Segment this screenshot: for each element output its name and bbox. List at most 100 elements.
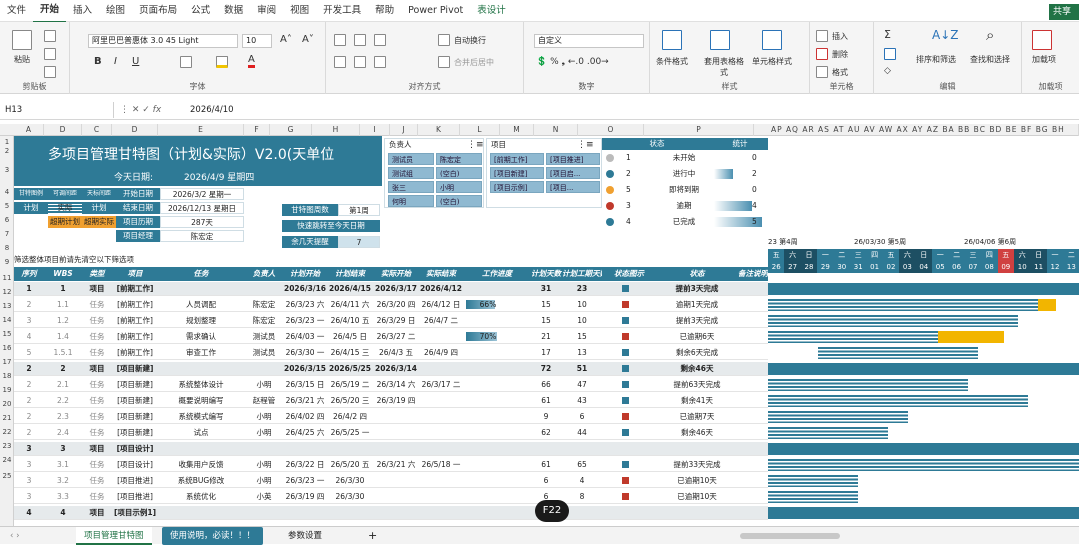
col-header-G[interactable]: G	[270, 124, 312, 136]
menu-9[interactable]: 开发工具	[316, 0, 368, 22]
week-value[interactable]: 第1周	[338, 204, 380, 216]
menu-3[interactable]: 绘图	[99, 0, 132, 22]
table-format-icon[interactable]	[710, 30, 730, 50]
border-icon[interactable]	[180, 56, 192, 68]
remind-value[interactable]: 7	[338, 236, 380, 248]
font-size-select[interactable]: 10	[242, 34, 272, 48]
slicer-project-item[interactable]: [项目新建]	[490, 167, 544, 179]
align-right-icon[interactable]	[374, 56, 386, 68]
format-painter-icon[interactable]	[44, 66, 56, 78]
slicer-project-item[interactable]: [项目推进]	[546, 153, 600, 165]
col-header-D[interactable]: D	[112, 124, 158, 136]
menu-12[interactable]: 表设计	[470, 0, 513, 22]
decrease-font-icon[interactable]: A˅	[302, 34, 314, 45]
slicer-owner-item[interactable]: 何明	[388, 195, 434, 207]
col-header-C[interactable]: C	[82, 124, 112, 136]
worksheet[interactable]: 多项目管理甘特图（计划&实际）V2.0(天单位 今天日期: 2026/4/9 星…	[14, 136, 1079, 530]
task-row[interactable]: 2 1.1 任务 [前期工作] 人员调配 陈宏定 26/3/23 六 26/4/11 六 26/…	[14, 298, 768, 312]
project-row[interactable]: 4 4 项目 [项目示例1]	[14, 506, 768, 520]
task-row[interactable]: 3 1.2 任务 [前期工作] 规划整理 陈宏定 26/3/23 一 26/4/10 五 26/…	[14, 314, 768, 328]
add-sheet-button[interactable]: +	[360, 527, 385, 545]
insert-cells-button[interactable]: 插入	[832, 31, 848, 42]
slicer-owner-item[interactable]: 小明	[436, 181, 482, 193]
copy-icon[interactable]	[44, 48, 56, 60]
formula-input[interactable]: 2026/4/10	[190, 102, 234, 118]
slicer-owner-item[interactable]: (空白)	[436, 167, 482, 179]
align-top-icon[interactable]	[334, 34, 346, 46]
align-middle-icon[interactable]	[354, 34, 366, 46]
wrap-text-button[interactable]: 自动换行	[454, 35, 486, 46]
col-header-E[interactable]: E	[158, 124, 244, 136]
slicer-project-filter-icon[interactable]: ⋮≡	[577, 139, 594, 151]
col-header-P[interactable]: P	[644, 124, 754, 136]
number-format-select[interactable]: 自定义	[534, 34, 644, 48]
col-header-L[interactable]: L	[460, 124, 500, 136]
addins-button[interactable]: 加载项	[1032, 54, 1056, 65]
formula-icons[interactable]: ⋮ ✕ ✓ fx	[120, 102, 180, 118]
merge-center-icon[interactable]	[438, 56, 450, 68]
font-color-icon[interactable]: A	[248, 54, 255, 68]
menu-0[interactable]: 文件	[0, 0, 33, 22]
info-end-value[interactable]: 2026/12/13 星期日	[160, 202, 244, 214]
insert-cells-icon[interactable]	[816, 30, 828, 42]
slicer-project-item[interactable]: [项目...	[546, 181, 600, 193]
find-select-icon[interactable]: ⌕	[986, 26, 994, 44]
menu-8[interactable]: 视图	[283, 0, 316, 22]
slicer-owner-item[interactable]: 张三	[388, 181, 434, 193]
fill-icon[interactable]	[884, 48, 896, 60]
tab-gantt[interactable]: 项目管理甘特图	[76, 527, 152, 545]
menu-6[interactable]: 数据	[217, 0, 250, 22]
align-center-icon[interactable]	[354, 56, 366, 68]
task-row[interactable]: 3 3.3 任务 [项目推进] 系统优化 小英 26/3/19 四 26/3/30 6 8 已逾期1…	[14, 490, 768, 504]
delete-cells-icon[interactable]	[816, 48, 828, 60]
bold-icon[interactable]: B	[94, 56, 102, 67]
jump-today-label[interactable]: 快速跳转至今天日期	[282, 220, 380, 232]
gantt-col-headers[interactable]: AP AQ AR AS AT AU AV AW AX AY AZ BA BB B…	[768, 124, 1079, 136]
increase-font-icon[interactable]: A˄	[280, 34, 292, 45]
cell-style-button[interactable]: 单元格样式	[752, 56, 792, 67]
info-duration-value[interactable]: 287天	[160, 216, 244, 228]
sort-filter-icon[interactable]: A↓Z	[932, 28, 958, 42]
conditional-format-button[interactable]: 条件格式	[656, 56, 688, 67]
menu-10[interactable]: 帮助	[368, 0, 401, 22]
addins-icon[interactable]	[1032, 30, 1052, 50]
slicer-owner-item[interactable]: (空白)	[436, 195, 482, 207]
paste-icon[interactable]	[12, 30, 32, 50]
sort-filter-button[interactable]: 排序和筛选	[916, 54, 956, 65]
info-start-value[interactable]: 2026/3/2 星期一	[160, 188, 244, 200]
menu-5[interactable]: 公式	[184, 0, 217, 22]
project-row[interactable]: 3 3 项目 [项目设计]	[14, 442, 768, 456]
col-header-O[interactable]: O	[578, 124, 644, 136]
col-header-H[interactable]: H	[312, 124, 360, 136]
menu-1[interactable]: 开始	[33, 0, 67, 23]
number-format-icons[interactable]: 💲 % ❟ ←.0 .00→	[536, 57, 609, 67]
menu-7[interactable]: 审阅	[250, 0, 283, 22]
slicer-project-item[interactable]: [项目启...	[546, 167, 600, 179]
underline-icon[interactable]: U	[132, 56, 139, 67]
horizontal-scrollbar[interactable]	[740, 533, 840, 539]
col-header-M[interactable]: M	[500, 124, 534, 136]
format-cells-icon[interactable]	[816, 66, 828, 78]
slicer-owner-item[interactable]: 测试组	[388, 167, 434, 179]
align-left-icon[interactable]	[334, 56, 346, 68]
align-bottom-icon[interactable]	[374, 34, 386, 46]
tab-settings[interactable]: 参数设置	[280, 527, 330, 545]
info-manager-value[interactable]: 陈宏定	[160, 230, 244, 242]
project-row[interactable]: 1 1 项目 [前期工作] 2026/3/16 2026/4/15 2026/3/17 202…	[14, 282, 768, 296]
col-header-D[interactable]: D	[44, 124, 82, 136]
wrap-text-icon[interactable]	[438, 34, 450, 46]
project-row[interactable]: 2 2 项目 [项目新建] 2026/3/15 2026/5/25 2026/3/14 72 5…	[14, 362, 768, 376]
col-header-J[interactable]: J	[390, 124, 418, 136]
col-header-A[interactable]: A	[14, 124, 44, 136]
delete-cells-button[interactable]: 删除	[832, 49, 848, 60]
slicer-owner-item[interactable]: 陈宏定	[436, 153, 482, 165]
font-name-select[interactable]: 阿里巴巴普惠体 3.0 45 Light	[88, 34, 238, 48]
col-header-K[interactable]: K	[418, 124, 460, 136]
cut-icon[interactable]	[44, 30, 56, 42]
find-select-button[interactable]: 查找和选择	[970, 54, 1010, 65]
tab-instructions[interactable]: 使用说明，必读！！！	[162, 527, 264, 545]
paste-label[interactable]: 粘贴	[14, 54, 30, 65]
name-box[interactable]: H13	[2, 102, 114, 118]
italic-icon[interactable]: I	[114, 56, 117, 67]
clear-icon[interactable]: ◇	[884, 66, 891, 76]
